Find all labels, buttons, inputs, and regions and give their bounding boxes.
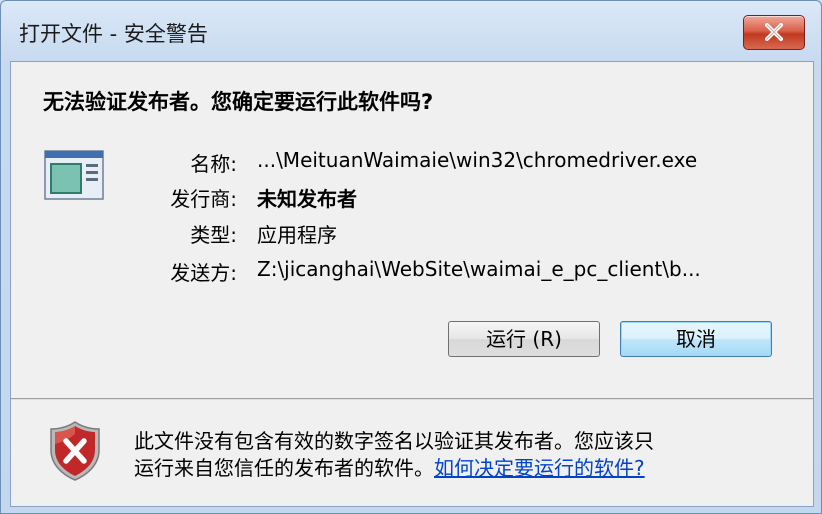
upper-panel: 无法验证发布者。您确定要运行此软件吗? 名称: ...\MeituanWaima…: [11, 62, 813, 398]
field-value-type: 应用程序: [257, 223, 337, 247]
field-value-publisher: 未知发布者: [257, 187, 357, 211]
warning-message: 此文件没有包含有效的数字签名以验证其发布者。您应该只 运行来自您信任的发布者的软…: [134, 428, 784, 482]
field-value-from: Z:\jicanghai\WebSite\waimai_e_pc_client\…: [257, 257, 701, 281]
dialog-window: 打开文件 - 安全警告 无法验证发布者。您确定要运行此软件吗? 名称: ...\…: [0, 0, 822, 514]
dialog-body: 无法验证发布者。您确定要运行此软件吗? 名称: ...\MeituanWaima…: [10, 61, 814, 507]
field-label-type: 类型:: [190, 223, 237, 247]
window-title: 打开文件 - 安全警告: [19, 22, 208, 46]
close-icon: [765, 23, 783, 41]
field-label-from: 发送方:: [170, 261, 237, 285]
field-label-name: 名称:: [190, 152, 237, 176]
field-value-name: ...\MeituanWaimaie\win32\chromedriver.ex…: [257, 148, 698, 172]
title-bar[interactable]: 打开文件 - 安全警告: [1, 1, 821, 61]
warning-line-2: 运行来自您信任的发布者的软件。: [134, 456, 434, 480]
warning-line-1: 此文件没有包含有效的数字签名以验证其发布者。您应该只: [134, 429, 654, 453]
close-button[interactable]: [743, 15, 805, 50]
warning-panel: 此文件没有包含有效的数字签名以验证其发布者。您应该只 运行来自您信任的发布者的软…: [11, 400, 813, 506]
shield-error-icon: [48, 420, 102, 486]
headline: 无法验证发布者。您确定要运行此软件吗?: [43, 90, 434, 114]
field-label-publisher: 发行商:: [170, 187, 237, 211]
application-file-icon: [44, 150, 104, 204]
cancel-button[interactable]: 取消: [620, 321, 772, 357]
run-button[interactable]: 运行 (R): [448, 321, 600, 357]
help-link[interactable]: 如何决定要运行的软件?: [434, 456, 645, 480]
